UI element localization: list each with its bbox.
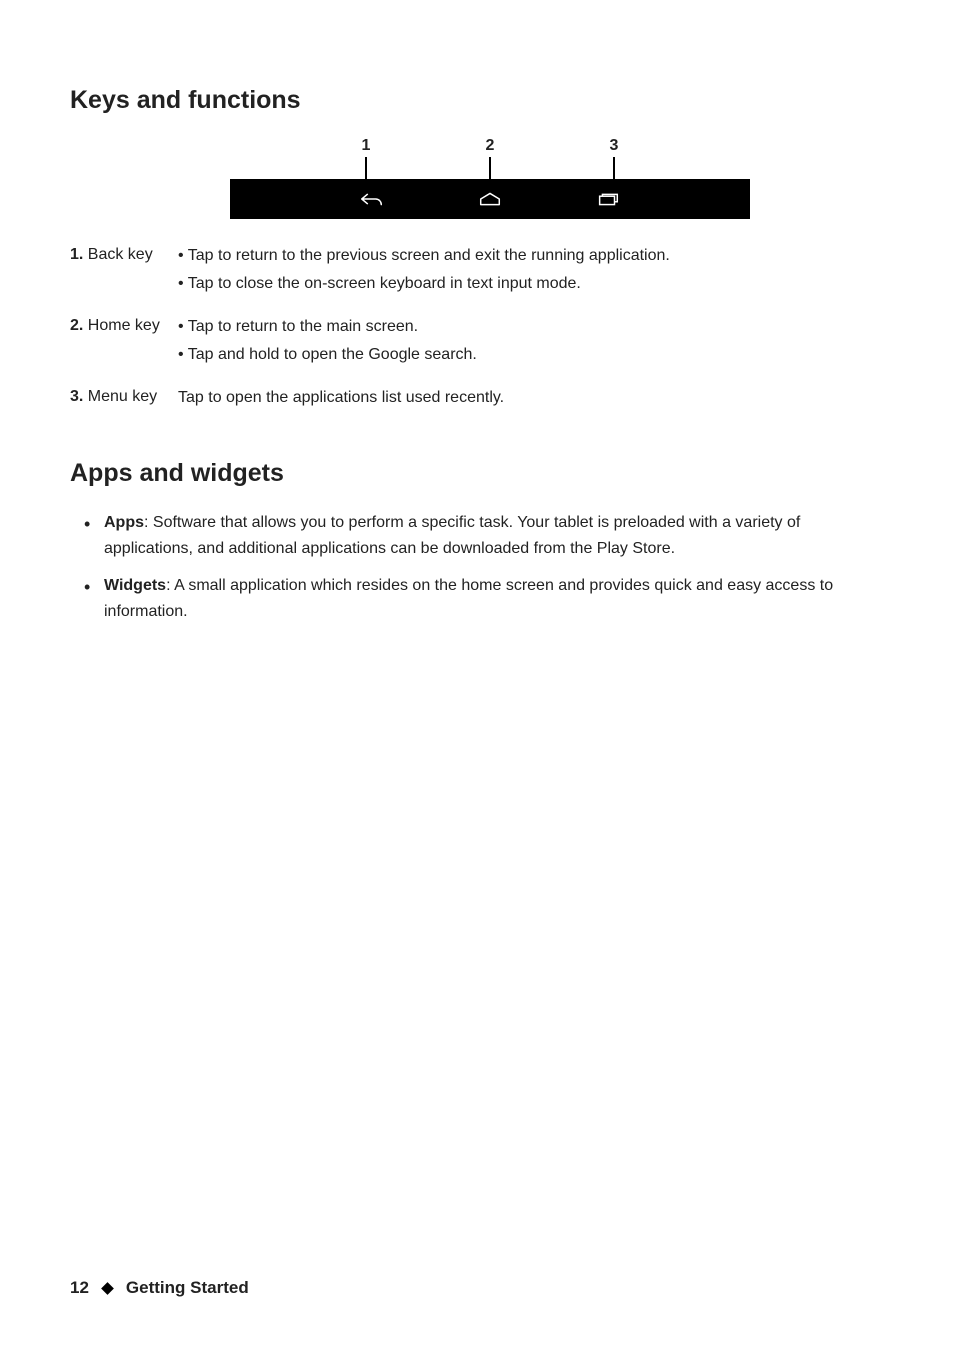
key-desc-item: • Tap to return to the main screen. xyxy=(178,314,477,340)
key-desc-item: • Tap to return to the previous screen a… xyxy=(178,243,670,269)
heading-keys-functions: Keys and functions xyxy=(70,86,884,115)
key-desc-item: • Tap to close the on-screen keyboard in… xyxy=(178,271,670,297)
term-apps: Apps xyxy=(104,514,144,531)
home-icon xyxy=(477,190,503,208)
key-desc: Tap to open the applications list used r… xyxy=(178,385,504,413)
key-name: Home key xyxy=(83,317,159,334)
list-item-widgets: Widgets: A small application which resid… xyxy=(104,573,884,624)
recent-apps-icon xyxy=(595,190,621,208)
back-icon xyxy=(359,190,385,208)
callout-label: 3 xyxy=(610,137,619,155)
callout-3: 3 xyxy=(604,137,624,179)
key-num: 3. xyxy=(70,388,83,405)
android-nav-bar xyxy=(230,179,750,219)
apps-widgets-list: Apps: Software that allows you to perfor… xyxy=(70,510,884,624)
page-footer: 12 Getting Started xyxy=(70,1278,249,1298)
key-row-back: 1. Back key • Tap to return to the previ… xyxy=(70,243,884,298)
diamond-icon xyxy=(101,1282,114,1295)
callout-line xyxy=(613,157,615,179)
key-desc: • Tap to return to the previous screen a… xyxy=(178,243,670,298)
callout-numbers: 1 2 3 xyxy=(356,137,624,179)
term-widgets: Widgets xyxy=(104,577,166,594)
callout-line xyxy=(365,157,367,179)
key-desc-item: Tap to open the applications list used r… xyxy=(178,385,504,411)
key-desc-item: • Tap and hold to open the Google search… xyxy=(178,342,477,368)
page-number: 12 xyxy=(70,1278,89,1298)
callout-2: 2 xyxy=(480,137,500,179)
callout-label: 1 xyxy=(362,137,371,155)
callout-label: 2 xyxy=(486,137,495,155)
key-num: 2. xyxy=(70,317,83,334)
def-apps: : Software that allows you to perform a … xyxy=(104,514,800,557)
heading-apps-widgets: Apps and widgets xyxy=(70,459,884,488)
list-item-apps: Apps: Software that allows you to perfor… xyxy=(104,510,884,561)
key-row-home: 2. Home key • Tap to return to the main … xyxy=(70,314,884,369)
def-widgets: : A small application which resides on t… xyxy=(104,577,833,620)
key-label: 1. Back key xyxy=(70,243,178,267)
key-name: Menu key xyxy=(83,388,157,405)
callout-1: 1 xyxy=(356,137,376,179)
key-descriptions: 1. Back key • Tap to return to the previ… xyxy=(70,243,884,413)
callout-line xyxy=(489,157,491,179)
key-name: Back key xyxy=(83,246,152,263)
key-label: 2. Home key xyxy=(70,314,178,338)
nav-diagram: 1 2 3 xyxy=(70,137,884,219)
key-desc: • Tap to return to the main screen. • Ta… xyxy=(178,314,477,369)
footer-section: Getting Started xyxy=(126,1278,249,1298)
key-num: 1. xyxy=(70,246,83,263)
key-row-menu: 3. Menu key Tap to open the applications… xyxy=(70,385,884,413)
key-label: 3. Menu key xyxy=(70,385,178,409)
